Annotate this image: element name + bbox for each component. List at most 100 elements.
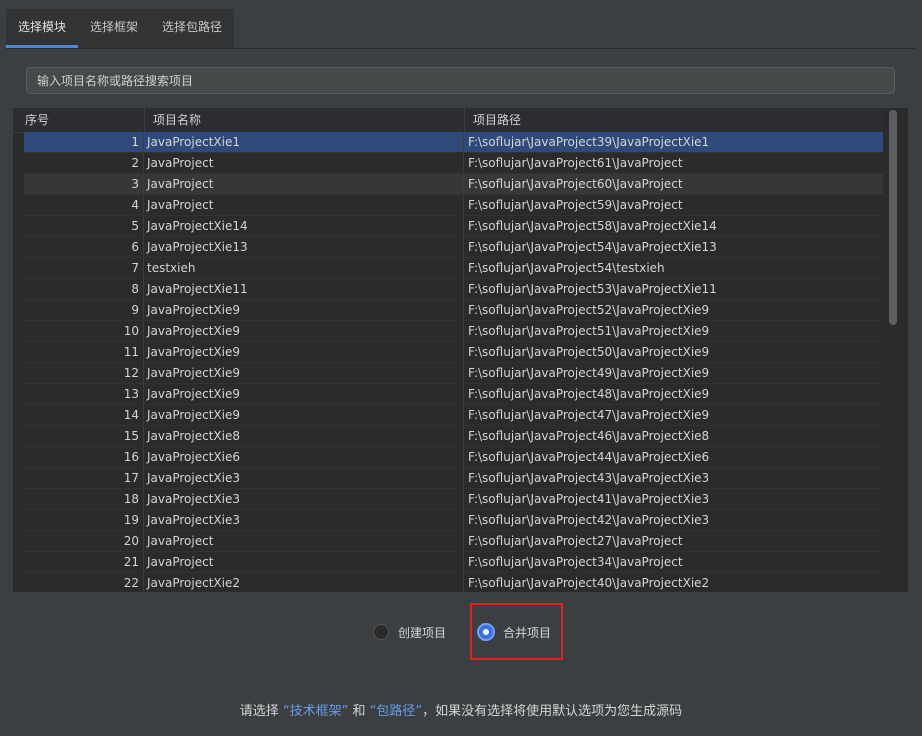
project-name-cell: JavaProjectXie9 xyxy=(143,300,463,320)
project-path-cell: F:\soflujar\JavaProject47\JavaProjectXie… xyxy=(463,405,883,425)
project-path-cell: F:\soflujar\JavaProject39\JavaProjectXie… xyxy=(463,132,883,152)
project-name-cell: JavaProject xyxy=(143,195,463,215)
table-row[interactable]: 15 JavaProjectXie8 F:\soflujar\JavaProject… xyxy=(24,426,883,447)
project-path-cell: F:\soflujar\JavaProject46\JavaProjectXie… xyxy=(463,426,883,446)
merge-option-highlight xyxy=(470,603,563,660)
tab-select-package-path[interactable]: 选择包路径 xyxy=(150,9,234,48)
table-header: 序号 项目名称 项目路径 xyxy=(13,108,883,133)
column-header-project-name[interactable]: 项目名称 xyxy=(144,108,464,132)
hint-text: 请选择 “技术框架” 和 “包路径”，如果没有选择将使用默认选项为您生成源码 xyxy=(0,700,922,719)
table-row[interactable]: 14 JavaProjectXie9 F:\soflujar\JavaProject… xyxy=(24,405,883,426)
project-name-cell: JavaProjectXie9 xyxy=(143,363,463,383)
project-name-cell: JavaProjectXie9 xyxy=(143,405,463,425)
project-path-cell: F:\soflujar\JavaProject41\JavaProjectXie… xyxy=(463,489,883,509)
project-name-cell: JavaProjectXie3 xyxy=(143,468,463,488)
table-row[interactable]: 11 JavaProjectXie9 F:\soflujar\JavaProject… xyxy=(24,342,883,363)
hint-link-package-path: “包路径” xyxy=(369,704,423,719)
project-path-cell: F:\soflujar\JavaProject27\JavaProject xyxy=(463,531,883,551)
row-index: 12 xyxy=(123,366,139,380)
tab-select-module[interactable]: 选择模块 xyxy=(6,9,79,48)
table-row[interactable]: 6 JavaProjectXie13 F:\soflujar\JavaProject… xyxy=(24,237,883,258)
project-path-cell: F:\soflujar\JavaProject53\JavaProjectXie… xyxy=(463,279,883,299)
row-index: 18 xyxy=(123,492,139,506)
project-path-cell: F:\soflujar\JavaProject54\JavaProjectXie… xyxy=(463,237,883,257)
row-index: 22 xyxy=(123,576,139,590)
hint-prefix: 请选择 xyxy=(239,704,283,719)
project-path-cell: F:\soflujar\JavaProject59\JavaProject xyxy=(463,195,883,215)
table-row[interactable]: 18 JavaProjectXie3 F:\soflujar\JavaProject… xyxy=(24,489,883,510)
row-index: 2 xyxy=(131,156,139,170)
project-name-cell: JavaProjectXie6 xyxy=(143,447,463,467)
row-index: 9 xyxy=(131,303,139,317)
project-name-cell: JavaProjectXie13 xyxy=(143,237,463,257)
row-index: 4 xyxy=(131,198,139,212)
radio-create-project[interactable]: 创建项目 xyxy=(373,620,446,644)
row-index: 5 xyxy=(131,219,139,233)
hint-middle: 和 xyxy=(348,704,370,719)
column-header-index[interactable]: 序号 xyxy=(25,108,143,132)
project-name-cell: JavaProject xyxy=(143,552,463,572)
table-row[interactable]: 12 JavaProjectXie9 F:\soflujar\JavaProject… xyxy=(24,363,883,384)
row-index: 6 xyxy=(131,240,139,254)
tab-select-framework[interactable]: 选择框架 xyxy=(78,9,150,48)
table-scrollbar-thumb[interactable] xyxy=(889,110,897,325)
table-row[interactable]: 20 JavaProject F:\soflujar\JavaProject27\J… xyxy=(24,531,883,552)
row-index: 20 xyxy=(123,534,139,548)
project-name-cell: JavaProjectXie3 xyxy=(143,489,463,509)
table-row[interactable]: 1 JavaProjectXie1 F:\soflujar\JavaProject3… xyxy=(24,132,883,153)
project-name-cell: JavaProject xyxy=(143,174,463,194)
hint-link-framework: “技术框架” xyxy=(282,704,349,719)
radio-create-project-label: 创建项目 xyxy=(398,625,447,640)
project-name-cell: JavaProjectXie9 xyxy=(143,384,463,404)
project-name-cell: testxieh xyxy=(143,258,463,278)
project-path-cell: F:\soflujar\JavaProject50\JavaProjectXie… xyxy=(463,342,883,362)
table-row[interactable]: 10 JavaProjectXie9 F:\soflujar\JavaProject… xyxy=(24,321,883,342)
table-row[interactable]: 17 JavaProjectXie3 F:\soflujar\JavaProject… xyxy=(24,468,883,489)
row-index: 16 xyxy=(123,450,139,464)
project-path-cell: F:\soflujar\JavaProject58\JavaProjectXie… xyxy=(463,216,883,236)
table-row[interactable]: 19 JavaProjectXie3 F:\soflujar\JavaProject… xyxy=(24,510,883,531)
table-row[interactable]: 16 JavaProjectXie6 F:\soflujar\JavaProject… xyxy=(24,447,883,468)
project-table: 序号 项目名称 项目路径 1 JavaProjectXie1 F:\soflujar… xyxy=(13,108,908,592)
row-index: 3 xyxy=(131,177,139,191)
table-row[interactable]: 8 JavaProjectXie11 F:\soflujar\JavaProject… xyxy=(24,279,883,300)
project-name-cell: JavaProjectXie1 xyxy=(143,132,463,152)
row-index: 17 xyxy=(123,471,139,485)
project-name-cell: JavaProjectXie2 xyxy=(143,573,463,592)
project-path-cell: F:\soflujar\JavaProject44\JavaProjectXie… xyxy=(463,447,883,467)
project-name-cell: JavaProject xyxy=(143,153,463,173)
hint-suffix: ，如果没有选择将使用默认选项为您生成源码 xyxy=(422,704,683,719)
row-index: 19 xyxy=(123,513,139,527)
table-row[interactable]: 4 JavaProject F:\soflujar\JavaProject59\Ja… xyxy=(24,195,883,216)
table-body: 1 JavaProjectXie1 F:\soflujar\JavaProject3… xyxy=(24,132,883,592)
project-name-cell: JavaProjectXie14 xyxy=(143,216,463,236)
table-row[interactable]: 3 JavaProject F:\soflujar\JavaProject60\Ja… xyxy=(24,174,883,195)
project-name-cell: JavaProjectXie9 xyxy=(143,342,463,362)
row-index: 10 xyxy=(123,324,139,338)
row-index: 8 xyxy=(131,282,139,296)
row-index: 1 xyxy=(131,135,139,149)
table-row[interactable]: 7 testxieh F:\soflujar\JavaProject54\testx… xyxy=(24,258,883,279)
row-index: 15 xyxy=(123,429,139,443)
project-path-cell: F:\soflujar\JavaProject51\JavaProjectXie… xyxy=(463,321,883,341)
project-path-cell: F:\soflujar\JavaProject43\JavaProjectXie… xyxy=(463,468,883,488)
table-row[interactable]: 9 JavaProjectXie9 F:\soflujar\JavaProject5… xyxy=(24,300,883,321)
table-row[interactable]: 13 JavaProjectXie9 F:\soflujar\JavaProject… xyxy=(24,384,883,405)
radio-create-project-circle[interactable] xyxy=(373,624,389,640)
project-path-cell: F:\soflujar\JavaProject54\testxieh xyxy=(463,258,883,278)
project-path-cell: F:\soflujar\JavaProject49\JavaProjectXie… xyxy=(463,363,883,383)
project-name-cell: JavaProjectXie8 xyxy=(143,426,463,446)
table-row[interactable]: 2 JavaProject F:\soflujar\JavaProject61\Ja… xyxy=(24,153,883,174)
project-path-cell: F:\soflujar\JavaProject42\JavaProjectXie… xyxy=(463,510,883,530)
table-row[interactable]: 5 JavaProjectXie14 F:\soflujar\JavaProject… xyxy=(24,216,883,237)
column-header-project-path[interactable]: 项目路径 xyxy=(464,108,883,132)
project-path-cell: F:\soflujar\JavaProject61\JavaProject xyxy=(463,153,883,173)
project-search-input[interactable] xyxy=(26,67,895,94)
project-name-cell: JavaProjectXie11 xyxy=(143,279,463,299)
row-index: 21 xyxy=(123,555,139,569)
project-path-cell: F:\soflujar\JavaProject48\JavaProjectXie… xyxy=(463,384,883,404)
row-index: 7 xyxy=(131,261,139,275)
project-path-cell: F:\soflujar\JavaProject34\JavaProject xyxy=(463,552,883,572)
table-row[interactable]: 22 JavaProjectXie2 F:\soflujar\JavaProject… xyxy=(24,573,883,592)
table-row[interactable]: 21 JavaProject F:\soflujar\JavaProject34\J… xyxy=(24,552,883,573)
